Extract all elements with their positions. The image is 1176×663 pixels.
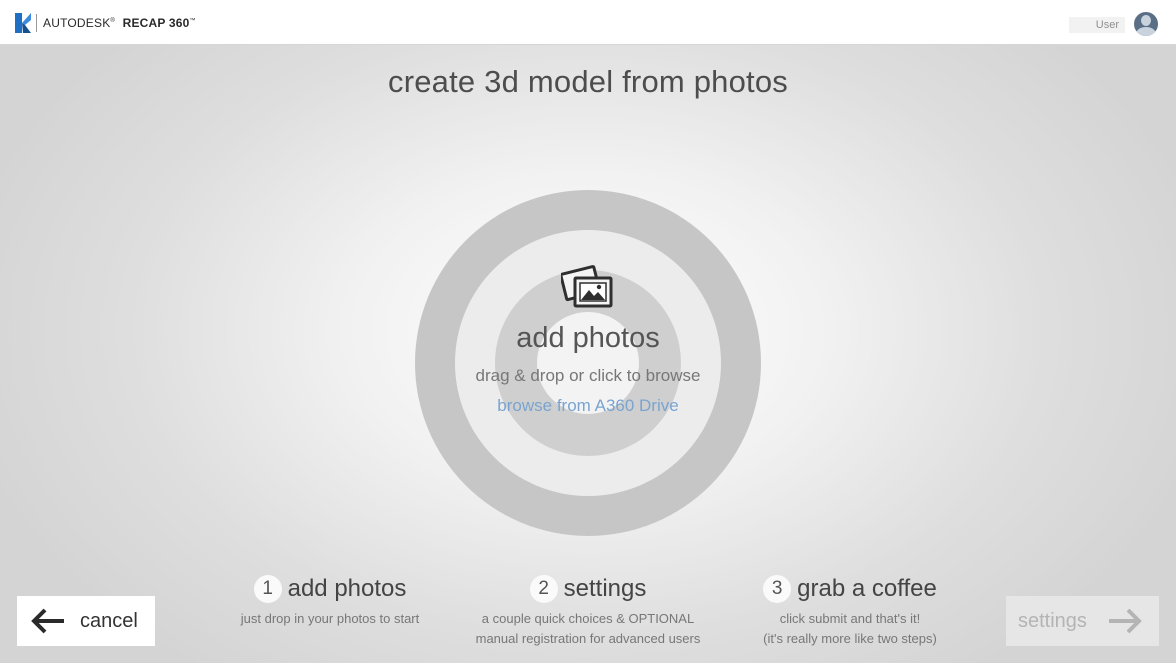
step-title: add photos [287, 575, 407, 602]
arrow-right-icon [1109, 608, 1142, 634]
brand-product: RECAP 360 [122, 16, 190, 30]
step-2: 2 settings a couple quick choices & OPTI… [458, 572, 718, 649]
step-3-header: 3 grab a coffee [730, 572, 970, 606]
step-description-line: a couple quick choices & OPTIONAL [481, 611, 695, 626]
browse-a360-link[interactable]: browse from A360 Drive [482, 396, 694, 416]
cancel-label: cancel [80, 610, 138, 632]
next-settings-label: settings [1018, 610, 1087, 632]
brand-name[interactable]: AUTODESK® RECAP 360™ [43, 16, 196, 30]
step-description-line: (it's really more like two steps) [763, 631, 937, 646]
step-1: 1 add photos just drop in your photos to… [215, 572, 445, 629]
step-description: click submit and that's it! (it's really… [730, 609, 970, 649]
page-title: create 3d model from photos [388, 64, 788, 99]
arrow-left-icon [31, 608, 64, 634]
step-title: settings [563, 575, 647, 602]
step-number-badge: 3 [763, 575, 792, 603]
step-2-header: 2 settings [458, 572, 718, 606]
step-number-badge: 2 [529, 575, 558, 603]
next-settings-button[interactable]: settings [1006, 596, 1159, 646]
step-description: just drop in your photos to start [215, 609, 445, 629]
step-description: a couple quick choices & OPTIONAL manual… [458, 609, 718, 649]
step-number-badge: 1 [253, 575, 282, 603]
photos-icon [561, 265, 613, 308]
user-name[interactable]: User [1069, 17, 1125, 33]
avatar-head [1141, 15, 1151, 26]
trademark: ™ [189, 18, 196, 24]
step-description-line: just drop in your photos to start [240, 611, 420, 626]
step-1-header: 1 add photos [215, 572, 445, 606]
brand-prefix: AUTODESK [43, 16, 111, 30]
step-description-line: manual registration for advanced users [475, 631, 701, 646]
step-description-line: click submit and that's it! [779, 611, 921, 626]
top-bar: AUTODESK® RECAP 360™ User [0, 0, 1176, 45]
logo-divider [36, 14, 37, 32]
step-3: 3 grab a coffee click submit and that's … [730, 572, 970, 649]
cancel-button[interactable]: cancel [17, 596, 155, 646]
avatar[interactable] [1134, 12, 1158, 36]
autodesk-logo-icon[interactable] [14, 12, 32, 34]
avatar-body [1136, 27, 1156, 36]
step-title: grab a coffee [797, 575, 937, 602]
registered-mark: ® [110, 18, 116, 24]
